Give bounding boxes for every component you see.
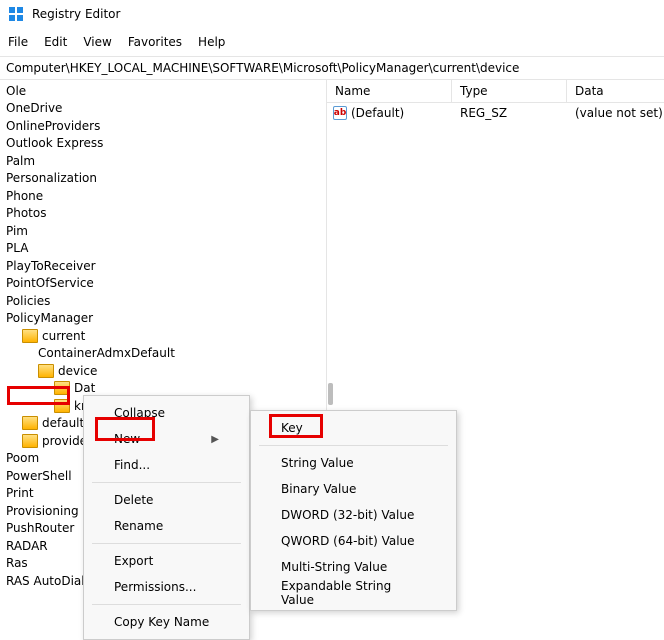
tree-photos[interactable]: Photos [0, 205, 326, 223]
ctx-collapse[interactable]: Collapse [84, 400, 249, 426]
menu-edit[interactable]: Edit [36, 31, 75, 53]
list-header: Name Type Data [327, 80, 664, 103]
tree-containeradmxdefault[interactable]: ContainerAdmxDefault [0, 345, 326, 363]
col-type[interactable]: Type [452, 80, 567, 102]
value-row-default[interactable]: ab (Default) REG_SZ (value not set) [327, 103, 664, 123]
tree-pim[interactable]: Pim [0, 222, 326, 240]
address-bar[interactable]: Computer\HKEY_LOCAL_MACHINE\SOFTWARE\Mic… [0, 56, 664, 80]
context-separator [92, 482, 241, 483]
col-name[interactable]: Name [327, 80, 452, 102]
string-value-icon: ab [333, 106, 347, 120]
ctx-new-qword[interactable]: QWORD (64-bit) Value [251, 528, 456, 554]
ctx-new-expandable[interactable]: Expandable String Value [251, 580, 456, 606]
context-separator [92, 543, 241, 544]
tree-pla[interactable]: PLA [0, 240, 326, 258]
ctx-rename[interactable]: Rename [84, 513, 249, 539]
ctx-find-label: Find... [114, 458, 150, 472]
tree-outlookexpress[interactable]: Outlook Express [0, 135, 326, 153]
ctx-delete-label: Delete [114, 493, 153, 507]
value-type: REG_SZ [452, 106, 567, 120]
menu-file[interactable]: File [0, 31, 36, 53]
tree-current[interactable]: current [0, 327, 326, 345]
value-data: (value not set) [567, 106, 664, 120]
title-bar: Registry Editor [0, 0, 664, 28]
ctx-new-multistring[interactable]: Multi-String Value [251, 554, 456, 580]
ctx-copy-key-name[interactable]: Copy Key Name [84, 609, 249, 635]
ctx-find[interactable]: Find... [84, 452, 249, 478]
context-submenu-new: Key String Value Binary Value DWORD (32-… [250, 410, 457, 611]
ctx-collapse-label: Collapse [114, 406, 165, 420]
ctx-new-label: New [114, 432, 140, 446]
ctx-new-multistring-label: Multi-String Value [281, 560, 387, 574]
tree-onlineproviders[interactable]: OnlineProviders [0, 117, 326, 135]
ctx-permissions-label: Permissions... [114, 580, 196, 594]
ctx-rename-label: Rename [114, 519, 163, 533]
ctx-new-key-label: Key [281, 421, 303, 435]
tree-personalization[interactable]: Personalization [0, 170, 326, 188]
tree-ole[interactable]: Ole [0, 82, 326, 100]
app-title: Registry Editor [32, 7, 120, 21]
ctx-permissions[interactable]: Permissions... [84, 574, 249, 600]
tree-pointofservice[interactable]: PointOfService [0, 275, 326, 293]
ctx-export[interactable]: Export [84, 548, 249, 574]
tree-onedrive[interactable]: OneDrive [0, 100, 326, 118]
chevron-right-icon: ▶ [211, 434, 219, 445]
app-icon [8, 6, 24, 22]
menu-help[interactable]: Help [190, 31, 233, 53]
tree-policymanager[interactable]: PolicyManager [0, 310, 326, 328]
ctx-new-dword[interactable]: DWORD (32-bit) Value [251, 502, 456, 528]
ctx-new[interactable]: New ▶ [84, 426, 249, 452]
menu-bar: File Edit View Favorites Help [0, 28, 664, 56]
tree-phone[interactable]: Phone [0, 187, 326, 205]
context-separator [92, 604, 241, 605]
tree-device[interactable]: device [0, 362, 326, 380]
ctx-new-string-label: String Value [281, 456, 354, 470]
tree-policies[interactable]: Policies [0, 292, 326, 310]
ctx-new-qword-label: QWORD (64-bit) Value [281, 534, 415, 548]
ctx-new-key[interactable]: Key [251, 415, 456, 441]
ctx-delete[interactable]: Delete [84, 487, 249, 513]
ctx-new-binary[interactable]: Binary Value [251, 476, 456, 502]
value-name: (Default) [351, 106, 404, 120]
ctx-new-string[interactable]: String Value [251, 450, 456, 476]
ctx-new-binary-label: Binary Value [281, 482, 356, 496]
menu-view[interactable]: View [75, 31, 119, 53]
ctx-new-dword-label: DWORD (32-bit) Value [281, 508, 414, 522]
context-menu-key: Collapse New ▶ Find... Delete Rename Expo… [83, 395, 250, 640]
tree-palm[interactable]: Palm [0, 152, 326, 170]
pane-splitter[interactable] [328, 383, 333, 405]
ctx-copykey-label: Copy Key Name [114, 615, 209, 629]
ctx-export-label: Export [114, 554, 153, 568]
col-data[interactable]: Data [567, 80, 664, 102]
tree-playtoreceiver[interactable]: PlayToReceiver [0, 257, 326, 275]
menu-favorites[interactable]: Favorites [120, 31, 190, 53]
context-separator [259, 445, 448, 446]
